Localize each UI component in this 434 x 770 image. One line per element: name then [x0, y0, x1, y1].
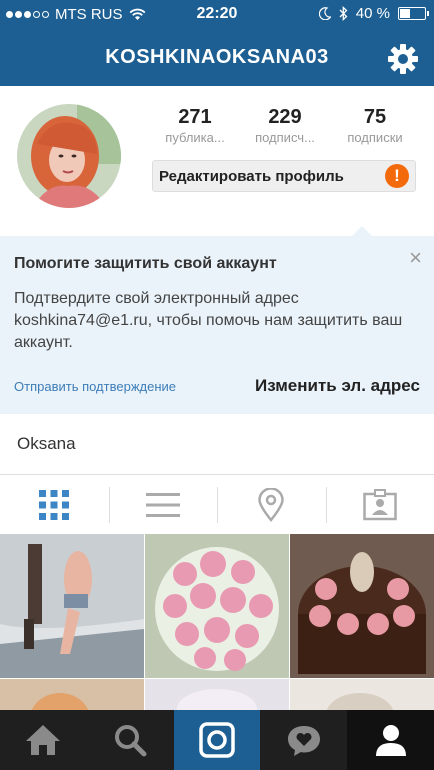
tab-location[interactable] [217, 475, 326, 534]
send-confirmation-link[interactable]: Отправить подтверждение [14, 379, 176, 394]
battery-icon [398, 7, 429, 20]
nav-camera[interactable] [173, 710, 261, 770]
edit-profile-button[interactable]: Редактировать профиль ! [152, 160, 416, 192]
grid-icon [39, 489, 70, 520]
home-icon [26, 725, 61, 755]
photo-thumbnail[interactable] [0, 534, 144, 678]
banner-title: Помогите защитить свой аккаунт [14, 255, 277, 272]
change-email-link[interactable]: Изменить эл. адрес [255, 376, 420, 396]
photo-thumbnail[interactable] [145, 534, 289, 678]
nav-activity[interactable] [260, 710, 347, 770]
photo-thumbnail[interactable] [290, 679, 434, 710]
profile-header: 271 публика... 229 подписч... 75 подписк… [0, 86, 434, 236]
tab-grid[interactable] [0, 475, 109, 534]
bluetooth-icon [339, 6, 348, 21]
location-icon [258, 487, 285, 522]
stat-followers-count: 229 [268, 106, 302, 128]
photo-thumbnail[interactable] [0, 679, 144, 710]
stat-following-label: подписки [347, 130, 403, 145]
close-icon[interactable]: × [409, 247, 422, 269]
view-tabs [0, 475, 434, 534]
stat-followers[interactable]: 229 подписч... [240, 106, 330, 145]
nav-search[interactable] [87, 710, 174, 770]
profile-stats: 271 публика... 229 подписч... 75 подписк… [150, 106, 420, 145]
battery-percent: 40 % [355, 5, 390, 22]
photo-thumbnail[interactable] [290, 534, 434, 678]
stat-posts-label: публика... [165, 130, 225, 145]
tagged-icon [363, 488, 397, 520]
security-banner: Помогите защитить свой аккаунт × Подтвер… [0, 226, 434, 414]
warning-icon: ! [385, 164, 409, 188]
stat-following-count: 75 [363, 106, 387, 128]
search-icon [115, 725, 147, 757]
moon-icon [318, 7, 331, 20]
status-bar: MTS RUS 22:20 40 % [0, 0, 434, 28]
edit-profile-label: Редактировать профиль [159, 168, 344, 185]
stat-following[interactable]: 75 подписки [330, 106, 420, 145]
photo-thumbnail[interactable] [145, 679, 289, 710]
bottom-navigation [0, 710, 434, 770]
avatar[interactable] [17, 104, 121, 208]
banner-body: Подтвердите свой электронный адрес koshk… [14, 290, 403, 351]
photo-grid [0, 534, 434, 710]
nav-profile[interactable] [347, 710, 434, 770]
stat-posts[interactable]: 271 публика... [150, 106, 240, 145]
tab-list[interactable] [108, 475, 218, 534]
activity-icon [287, 726, 320, 756]
top-bar: MTS RUS 22:20 40 % KOSHKINAOKSANA03 [0, 0, 434, 86]
tab-tagged[interactable] [325, 475, 434, 534]
camera-icon [199, 722, 235, 758]
stat-posts-count: 271 [178, 106, 212, 128]
list-icon [145, 492, 180, 517]
stat-followers-label: подписч... [255, 130, 315, 145]
gear-icon[interactable] [386, 42, 420, 76]
profile-icon [375, 725, 406, 756]
nav-home[interactable] [0, 710, 87, 770]
profile-full-name: Oksana [17, 434, 76, 453]
profile-username-title: KOSHKINAOKSANA03 [105, 46, 329, 68]
